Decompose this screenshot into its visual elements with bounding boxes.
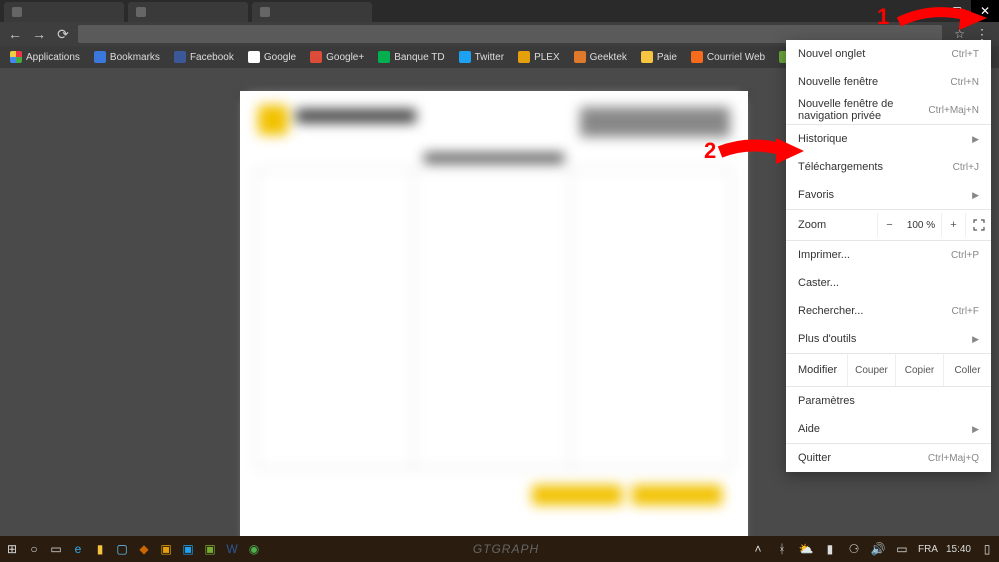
- copy-button[interactable]: Copier: [895, 354, 943, 386]
- menu-new-tab[interactable]: Nouvel ongletCtrl+T: [786, 40, 991, 68]
- battery-icon[interactable]: ▮: [822, 541, 838, 557]
- taskbar: ⊞ ○ ▭ e ▮ ▢ ◆ ▣ ▣ ▣ W ◉ GTGRAPH ˄ ᚼ ⛅ ▮ …: [0, 536, 999, 562]
- notification-icon[interactable]: ▭: [894, 541, 910, 557]
- chrome-icon[interactable]: ◉: [246, 541, 262, 557]
- menu-favorites[interactable]: Favoris▶: [786, 181, 991, 209]
- blurred-content: [246, 97, 742, 536]
- menu-edit: Modifier Couper Copier Coller: [786, 354, 991, 386]
- chevron-right-icon: ▶: [972, 424, 979, 435]
- fullscreen-icon: [973, 219, 985, 231]
- menu-print[interactable]: Imprimer...Ctrl+P: [786, 241, 991, 269]
- tab-favicon: [260, 7, 270, 17]
- twitter-icon: [459, 51, 471, 63]
- bookmark-apps[interactable]: Applications: [4, 49, 86, 65]
- start-button[interactable]: ⊞: [4, 541, 20, 557]
- menu-help[interactable]: Aide▶: [786, 415, 991, 443]
- chrome-menu: Nouvel ongletCtrl+T Nouvelle fenêtreCtrl…: [786, 40, 991, 472]
- browser-tab[interactable]: [128, 2, 248, 22]
- annotation-arrow-2: 2: [706, 134, 806, 168]
- volume-icon[interactable]: 🔊: [870, 541, 886, 557]
- annotation-number: 1: [877, 4, 889, 30]
- search-icon[interactable]: ○: [26, 541, 42, 557]
- chevron-right-icon: ▶: [972, 334, 979, 345]
- bookmark-icon: [94, 51, 106, 63]
- menu-settings[interactable]: Paramètres: [786, 387, 991, 415]
- menu-new-window[interactable]: Nouvelle fenêtreCtrl+N: [786, 68, 991, 96]
- mail-icon: [691, 51, 703, 63]
- paie-icon: [641, 51, 653, 63]
- bookmark-item[interactable]: Google: [242, 49, 302, 65]
- menu-find[interactable]: Rechercher...Ctrl+F: [786, 297, 991, 325]
- paste-button[interactable]: Coller: [943, 354, 991, 386]
- googleplus-icon: [310, 51, 322, 63]
- menu-downloads[interactable]: TéléchargementsCtrl+J: [786, 153, 991, 181]
- annotation-arrow-1: 1: [891, 4, 991, 34]
- onedrive-icon[interactable]: ⛅: [798, 541, 814, 557]
- browser-tab[interactable]: [252, 2, 372, 22]
- zoom-value: 100 %: [901, 220, 941, 231]
- store-icon[interactable]: ▢: [114, 541, 130, 557]
- menu-cast[interactable]: Caster...: [786, 269, 991, 297]
- browser-tab[interactable]: [4, 2, 124, 22]
- menu-new-incognito[interactable]: Nouvelle fenêtre de navigation privéeCtr…: [786, 96, 991, 124]
- edge-icon[interactable]: e: [70, 541, 86, 557]
- explorer-icon[interactable]: ▮: [92, 541, 108, 557]
- zoom-out-button[interactable]: −: [877, 213, 901, 237]
- tray-chevron-icon[interactable]: ˄: [750, 541, 766, 557]
- geektek-icon: [574, 51, 586, 63]
- word-icon[interactable]: W: [224, 541, 240, 557]
- td-icon: [378, 51, 390, 63]
- facebook-icon: [174, 51, 186, 63]
- bookmark-item[interactable]: Bookmarks: [88, 49, 166, 65]
- action-center-icon[interactable]: ▯: [979, 541, 995, 557]
- tab-favicon: [12, 7, 22, 17]
- app-icon[interactable]: ▣: [180, 541, 196, 557]
- bookmark-item[interactable]: Courriel Web: [685, 49, 771, 65]
- back-button[interactable]: ←: [6, 25, 24, 43]
- bookmark-item[interactable]: Paie: [635, 49, 683, 65]
- document-page[interactable]: Vos paiements sont acceptés à la plupart…: [240, 91, 748, 536]
- app-icon[interactable]: ▣: [202, 541, 218, 557]
- taskbar-watermark: GTGRAPH: [262, 542, 750, 556]
- tab-favicon: [136, 7, 146, 17]
- bookmark-item[interactable]: Twitter: [453, 49, 510, 65]
- menu-zoom: Zoom − 100 % +: [786, 210, 991, 240]
- clock[interactable]: 15:40: [946, 544, 971, 555]
- wifi-icon[interactable]: ⚆: [846, 541, 862, 557]
- bookmark-item[interactable]: Google+: [304, 49, 370, 65]
- plex-icon: [518, 51, 530, 63]
- forward-button[interactable]: →: [30, 25, 48, 43]
- cut-button[interactable]: Couper: [847, 354, 895, 386]
- fullscreen-button[interactable]: [965, 213, 991, 237]
- bluetooth-icon[interactable]: ᚼ: [774, 541, 790, 557]
- annotation-number: 2: [704, 138, 716, 164]
- google-icon: [248, 51, 260, 63]
- bookmark-item[interactable]: Geektek: [568, 49, 633, 65]
- tab-strip: [0, 0, 999, 22]
- menu-more-tools[interactable]: Plus d'outils▶: [786, 325, 991, 353]
- grid-icon: [10, 51, 22, 63]
- bookmark-item[interactable]: Facebook: [168, 49, 240, 65]
- reload-button[interactable]: ⟳: [54, 25, 72, 43]
- chevron-right-icon: ▶: [972, 190, 979, 201]
- menu-quit[interactable]: QuitterCtrl+Maj+Q: [786, 444, 991, 472]
- chevron-right-icon: ▶: [972, 134, 979, 145]
- zoom-in-button[interactable]: +: [941, 213, 965, 237]
- bookmark-item[interactable]: PLEX: [512, 49, 566, 65]
- app-icon[interactable]: ▣: [158, 541, 174, 557]
- language-indicator[interactable]: FRA: [918, 544, 938, 555]
- menu-history[interactable]: Historique▶: [786, 125, 991, 153]
- app-icon[interactable]: ◆: [136, 541, 152, 557]
- bookmark-item[interactable]: Banque TD: [372, 49, 450, 65]
- task-view-icon[interactable]: ▭: [48, 541, 64, 557]
